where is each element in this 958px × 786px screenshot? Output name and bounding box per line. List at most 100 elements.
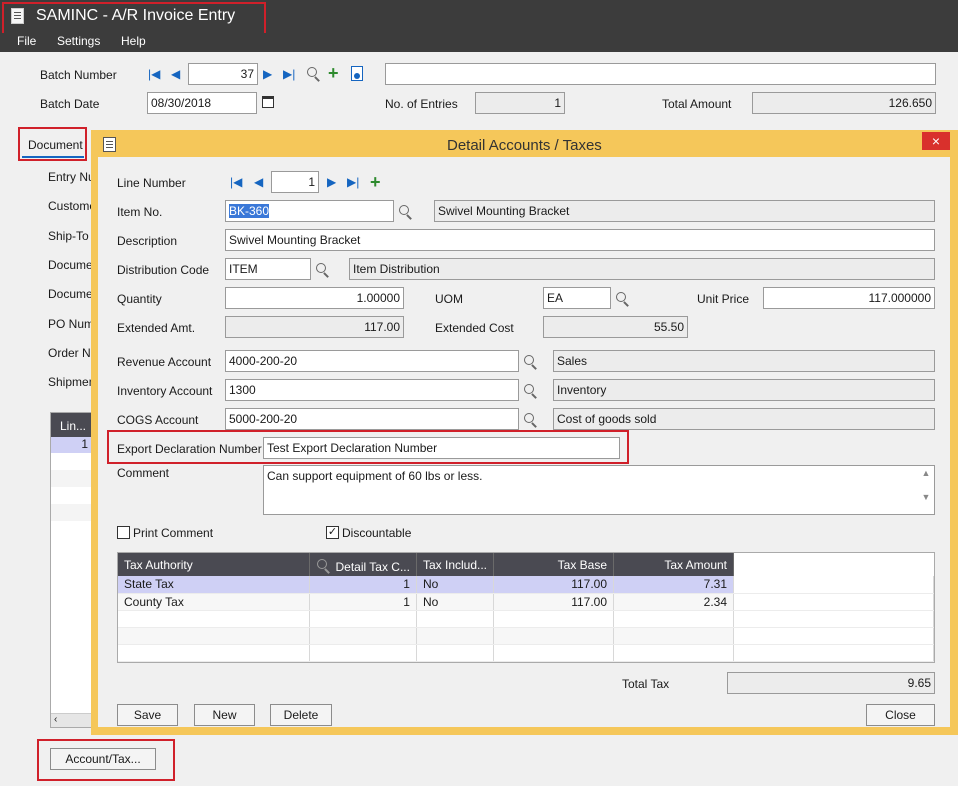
unit-price-field[interactable]: 117.000000 [763, 287, 935, 309]
dist-description-field: Item Distribution [349, 258, 935, 280]
entries-label: No. of Entries [385, 97, 458, 111]
tax-base-header[interactable]: Tax Base [493, 553, 615, 576]
table-row[interactable]: State Tax 1 No 117.00 7.31 [118, 576, 934, 594]
unit-price-label: Unit Price [697, 292, 750, 306]
comment-field[interactable]: Can support equipment of 60 lbs or less. [263, 465, 935, 515]
menu-help[interactable]: Help [121, 34, 146, 48]
first-line-icon[interactable]: |◀ [230, 175, 242, 189]
scroll-left-icon[interactable]: ‹ [51, 713, 94, 727]
line-number-field[interactable]: 1 [271, 171, 319, 193]
detail-grid-behind: Lin... 1 ‹ [50, 412, 95, 728]
document-tab-highlight [18, 127, 87, 161]
print-comment-checkbox[interactable] [117, 526, 130, 539]
prev-line-icon[interactable]: ◀ [254, 175, 263, 189]
tax-authority-header[interactable]: Tax Authority [118, 553, 310, 576]
last-line-icon[interactable]: ▶| [347, 175, 359, 189]
inventory-field[interactable]: 1300 [225, 379, 519, 401]
dialog-doc-icon [103, 137, 116, 152]
revenue-search-icon[interactable] [523, 354, 539, 370]
detail-tax-class-header[interactable]: Detail Tax C... [309, 553, 417, 576]
grid-first-row[interactable]: 1 [51, 437, 94, 453]
tax-base-cell: 117.00 [493, 593, 615, 611]
table-row [118, 644, 934, 662]
ext-cost-label: Extended Cost [435, 321, 514, 335]
close-button[interactable]: Close [866, 704, 935, 726]
tax-amount-header[interactable]: Tax Amount [613, 553, 735, 576]
table-row[interactable]: County Tax 1 No 117.00 2.34 [118, 593, 934, 611]
entries-field: 1 [475, 92, 565, 114]
tax-class-cell: 1 [309, 576, 417, 594]
revenue-description-field: Sales [553, 350, 935, 372]
last-batch-icon[interactable]: ▶| [283, 67, 295, 81]
ext-cost-field: 55.50 [543, 316, 688, 338]
menu-bar: File Settings Help [0, 33, 958, 52]
batch-description-field[interactable] [385, 63, 936, 85]
menu-file[interactable]: File [17, 34, 36, 48]
total-amount-field: 126.650 [752, 92, 936, 114]
batch-number-field[interactable]: 37 [188, 63, 258, 85]
cogs-field[interactable]: 5000-200-20 [225, 408, 519, 430]
next-line-icon[interactable]: ▶ [327, 175, 336, 189]
tax-class-cell: 1 [309, 593, 417, 611]
cogs-description-field: Cost of goods sold [553, 408, 935, 430]
quantity-field[interactable]: 1.00000 [225, 287, 404, 309]
cogs-label: COGS Account [117, 413, 199, 427]
next-batch-icon[interactable]: ▶ [263, 67, 272, 81]
add-line-icon[interactable]: + [370, 173, 381, 191]
search-icon[interactable] [306, 66, 322, 82]
tax-authority-cell: County Tax [118, 593, 310, 611]
cogs-search-icon[interactable] [523, 412, 539, 428]
batch-date-label: Batch Date [40, 97, 100, 111]
uom-search-icon[interactable] [615, 291, 631, 307]
export-declaration-highlight [107, 430, 629, 464]
dist-code-label: Distribution Code [117, 263, 210, 277]
revenue-label: Revenue Account [117, 355, 212, 369]
uom-field[interactable]: EA [543, 287, 611, 309]
item-description-field: Swivel Mounting Bracket [434, 200, 935, 222]
menu-settings[interactable]: Settings [57, 34, 100, 48]
quantity-label: Quantity [117, 292, 162, 306]
revenue-field[interactable]: 4000-200-20 [225, 350, 519, 372]
total-amount-label: Total Amount [662, 97, 732, 111]
tax-amount-cell: 2.34 [613, 593, 735, 611]
tax-amount-cell: 7.31 [613, 576, 735, 594]
first-batch-icon[interactable]: |◀ [148, 67, 160, 81]
comment-scrollbar[interactable]: ▲ ▼ [919, 467, 933, 513]
inventory-description-field: Inventory [553, 379, 935, 401]
item-no-label: Item No. [117, 205, 163, 219]
discountable-label: Discountable [342, 526, 412, 540]
save-button[interactable]: Save [117, 704, 178, 726]
dist-code-field[interactable]: ITEM [225, 258, 311, 280]
table-row [118, 610, 934, 628]
description-field[interactable]: Swivel Mounting Bracket [225, 229, 935, 251]
inventory-label: Inventory Account [117, 384, 213, 398]
prev-batch-icon[interactable]: ◀ [171, 67, 180, 81]
batch-date-field[interactable]: 08/30/2018 [147, 92, 257, 114]
line-number-label: Line Number [117, 176, 186, 190]
tax-grid: Tax Authority Detail Tax C... Tax Includ… [117, 552, 935, 663]
dialog-close-button[interactable]: × [922, 132, 950, 150]
tax-base-cell: 117.00 [493, 576, 615, 594]
ext-amt-field: 117.00 [225, 316, 404, 338]
new-button[interactable]: New [194, 704, 255, 726]
ext-amt-label: Extended Amt. [117, 321, 196, 335]
item-no-field[interactable]: BK-360 [225, 200, 394, 222]
tax-class-search-icon[interactable] [316, 558, 332, 574]
tax-included-cell: No [416, 576, 495, 594]
item-search-icon[interactable] [398, 204, 414, 220]
dialog-title: Detail Accounts / Taxes [447, 137, 602, 154]
inventory-search-icon[interactable] [523, 383, 539, 399]
calendar-icon[interactable] [262, 96, 274, 108]
discountable-checkbox[interactable]: ✓ [326, 526, 339, 539]
comment-label: Comment [117, 466, 170, 480]
add-batch-icon[interactable]: + [328, 64, 339, 82]
tax-table: Tax Authority Detail Tax C... Tax Includ… [118, 553, 934, 662]
print-comment-label: Print Comment [133, 526, 214, 540]
delete-button[interactable]: Delete [270, 704, 332, 726]
table-row [118, 627, 934, 645]
dist-code-search-icon[interactable] [315, 262, 331, 278]
batch-info-icon[interactable] [351, 66, 363, 81]
tax-included-header[interactable]: Tax Includ... [416, 553, 495, 576]
account-tax-highlight [37, 739, 175, 781]
tax-authority-cell: State Tax [118, 576, 310, 594]
